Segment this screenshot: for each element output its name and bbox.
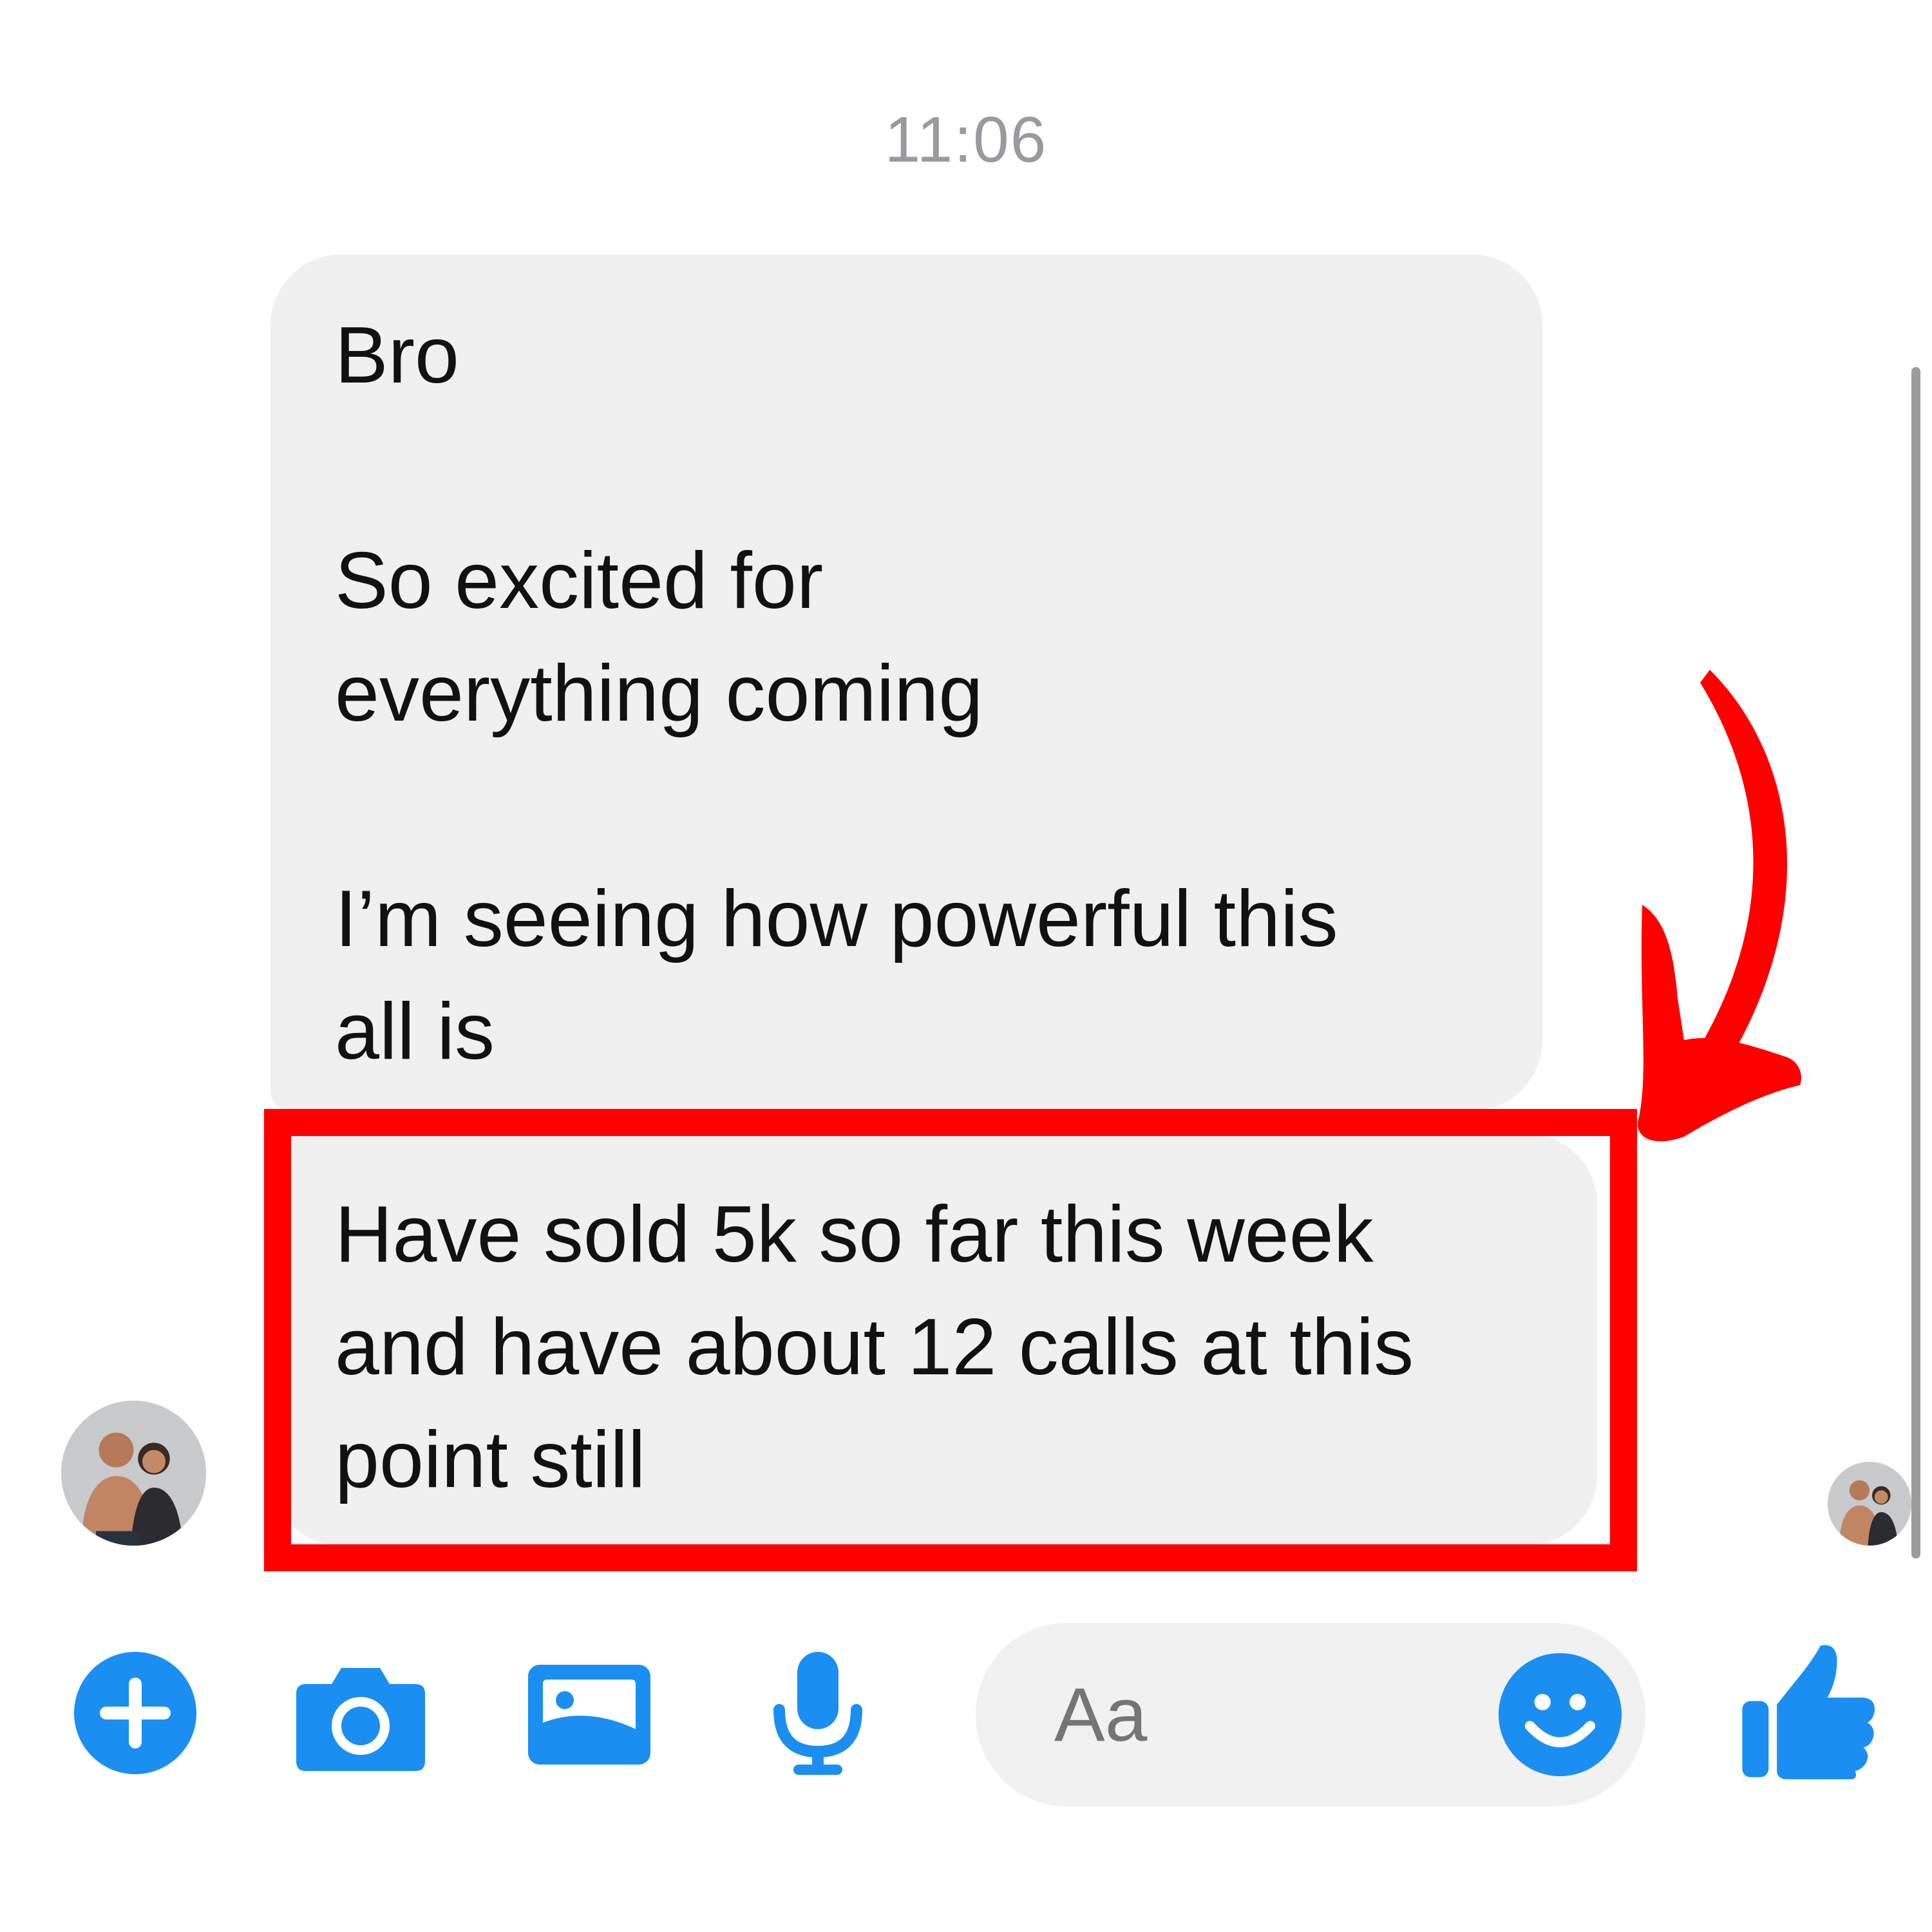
message-line: everything coming <box>335 649 983 738</box>
message-bubble[interactable]: Bro So excited for everything coming I’m… <box>270 254 1542 1111</box>
smiley-icon[interactable] <box>1497 1652 1623 1777</box>
message-line: I’m seeing how powerful this <box>335 875 1338 963</box>
message-line: all is <box>335 987 495 1076</box>
plus-icon[interactable] <box>71 1649 200 1777</box>
camera-icon[interactable] <box>296 1649 425 1777</box>
sender-avatar[interactable] <box>61 1401 206 1546</box>
image-icon[interactable] <box>525 1649 654 1777</box>
thread-timestamp: 11:06 <box>884 104 1048 176</box>
message-composer[interactable] <box>976 1623 1645 1808</box>
microphone-icon[interactable] <box>753 1649 882 1777</box>
messenger-thread: 11:06 Bro So excited for everything comi… <box>0 0 1932 1932</box>
read-receipt-avatar <box>1828 1462 1911 1546</box>
highlight-box <box>264 1109 1637 1571</box>
curved-arrow-icon <box>1637 670 1802 1142</box>
message-input[interactable] <box>1053 1623 1442 1808</box>
thumbs-up-icon[interactable] <box>1739 1642 1877 1781</box>
scrollbar[interactable] <box>1911 367 1920 1558</box>
message-line: So excited for <box>335 536 824 625</box>
message-line: Bro <box>335 311 459 400</box>
